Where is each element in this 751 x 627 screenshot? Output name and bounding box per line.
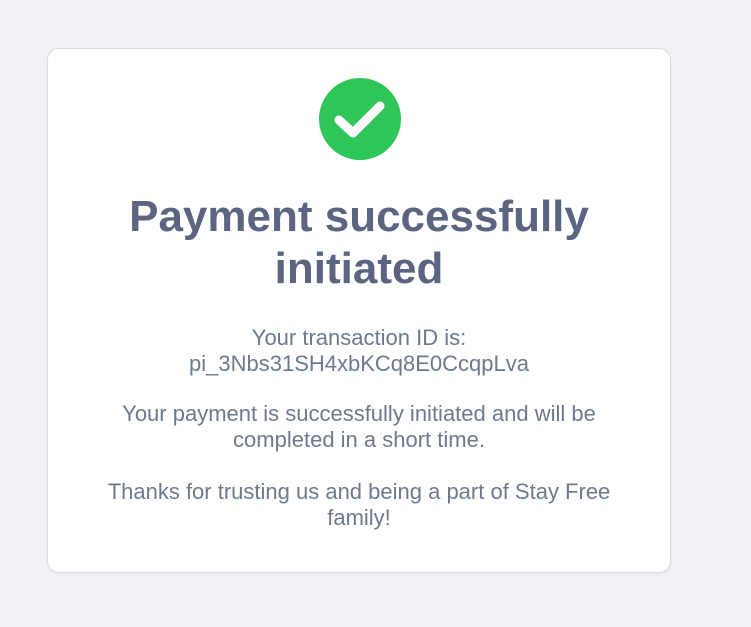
page-title: Payment successfully initiated bbox=[129, 192, 589, 293]
status-message: Your payment is successfully initiated a… bbox=[122, 401, 596, 452]
check-circle-icon bbox=[319, 78, 401, 160]
payment-success-card: Payment successfully initiated Your tran… bbox=[47, 48, 671, 573]
transaction-id: pi_3Nbs31SH4xbKCq8E0CcqpLva bbox=[189, 351, 529, 376]
thanks-message: Thanks for trusting us and being a part … bbox=[107, 479, 611, 530]
transaction-info: Your transaction ID is: pi_3Nbs31SH4xbKC… bbox=[48, 325, 670, 377]
transaction-label: Your transaction ID is: bbox=[251, 325, 467, 350]
